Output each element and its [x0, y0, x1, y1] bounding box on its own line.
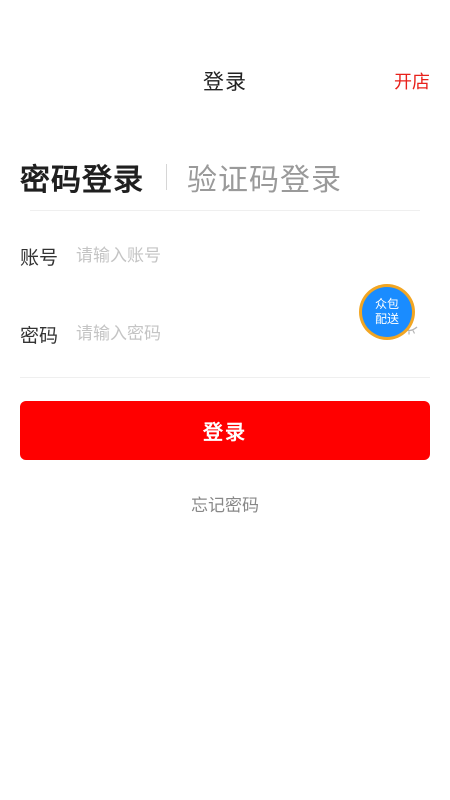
login-screen: 登录 开店 密码登录 验证码登录 账号 密码 众包 配送 登录 忘记密码: [0, 0, 450, 800]
account-input[interactable]: [76, 241, 430, 271]
open-store-link[interactable]: 开店: [394, 68, 430, 94]
badge-line-1: 众包: [374, 297, 399, 311]
forgot-password-link[interactable]: 忘记密码: [0, 491, 450, 516]
account-row: 账号: [20, 234, 430, 278]
badge-line-2: 配送: [374, 312, 399, 326]
tab-divider: [166, 164, 167, 190]
crowd-delivery-badge[interactable]: 众包 配送: [362, 287, 412, 337]
page-title: 登录: [203, 70, 247, 94]
divider-bottom: [20, 377, 430, 378]
login-tabs: 密码登录 验证码登录: [20, 155, 342, 199]
tab-code-login[interactable]: 验证码登录: [187, 155, 342, 199]
tab-password-login[interactable]: 密码登录: [20, 155, 144, 199]
divider-top: [30, 210, 420, 211]
login-button[interactable]: 登录: [20, 401, 430, 460]
password-label: 密码: [20, 324, 59, 347]
account-label: 账号: [20, 246, 59, 269]
nav-bar: 登录 开店: [0, 58, 450, 102]
